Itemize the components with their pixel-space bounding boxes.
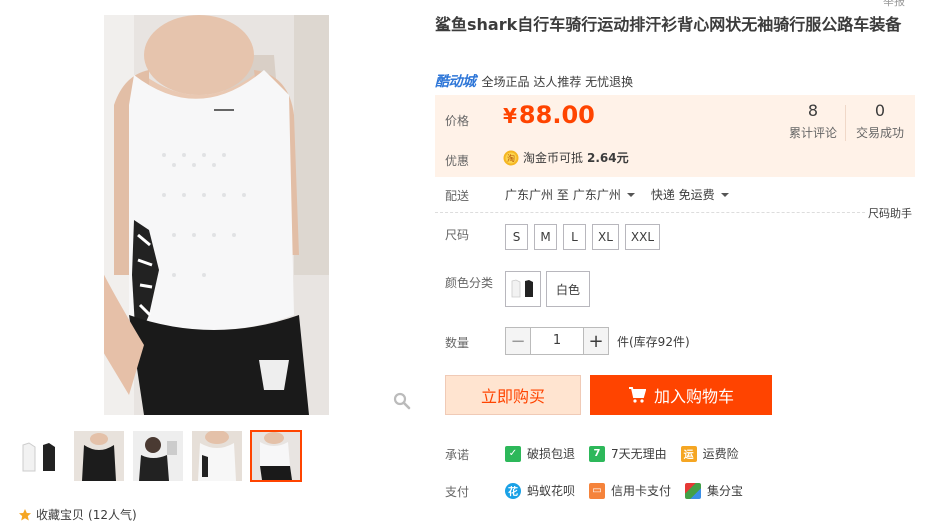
quantity-stepper: − 1 + 件(库存92件) — [505, 327, 690, 355]
payment-text: 蚂蚁花呗 — [527, 484, 576, 498]
stat-divider — [845, 105, 846, 141]
currency-symbol: ¥ — [503, 104, 517, 128]
size-helper-link[interactable]: 尺码助手 — [868, 205, 912, 221]
thumbnail-strip — [14, 430, 302, 482]
stock-info: 件(库存92件) — [617, 334, 690, 349]
credit-card-icon: ▭ — [589, 482, 606, 499]
reviews-count: 8 — [807, 101, 819, 120]
payment-list: 花 蚂蚁花呗 ▭ 信用卡支付 集分宝 — [505, 482, 743, 499]
size-option-xxl[interactable]: XXL — [624, 224, 661, 250]
decrease-button[interactable]: − — [505, 327, 531, 355]
reviews-label: 累计评论 — [788, 126, 837, 140]
thumbnail-4[interactable] — [191, 430, 243, 482]
deals-label: 交易成功 — [855, 126, 904, 140]
svg-text:淘: 淘 — [507, 153, 515, 163]
color-option-white[interactable]: 白色 — [546, 271, 591, 307]
star-icon — [19, 508, 31, 520]
favorite-label: 收藏宝贝 — [36, 508, 85, 522]
size-option-xl[interactable]: XL — [592, 224, 619, 250]
promise-item[interactable]: ✓ 破损包退 — [505, 445, 575, 462]
delivery-route[interactable]: 广东广州 至 广东广州 — [505, 186, 635, 203]
delivery-row: 广东广州 至 广东广州 快递 免运费 — [505, 186, 729, 203]
favorite-item[interactable]: 收藏宝贝 (12人气) — [18, 506, 137, 523]
payment-item[interactable]: ▭ 信用卡支付 — [589, 482, 671, 499]
quantity-label: 数量 — [445, 336, 470, 350]
chevron-down-icon — [720, 192, 729, 197]
jifenbao-icon — [685, 482, 702, 499]
color-options: 白色 — [505, 271, 591, 307]
payment-item[interactable]: 集分宝 — [685, 482, 743, 499]
quantity-input[interactable]: 1 — [531, 327, 583, 355]
delivery-method-text: 快递 免运费 — [650, 188, 715, 202]
promise-text: 运费险 — [702, 447, 739, 461]
favorite-count: (12人气) — [88, 508, 137, 522]
payment-text: 集分宝 — [707, 484, 744, 498]
brand-logo[interactable]: 酷动城 — [435, 71, 476, 91]
thumbnail-1[interactable] — [14, 430, 66, 482]
divider — [435, 212, 865, 213]
shield-icon: ✓ — [505, 445, 521, 462]
payment-text: 信用卡支付 — [611, 484, 672, 498]
promo-label: 优惠 — [445, 154, 470, 168]
size-option-s[interactable]: S — [505, 224, 528, 250]
promise-item[interactable]: 运 运费险 — [680, 445, 739, 462]
product-title: 鲨鱼shark自行车骑行运动排汗衫背心网状无袖骑行服公路车装备 — [435, 15, 902, 34]
promise-item[interactable]: 7 7天无理由 — [589, 445, 667, 462]
taojinbi-icon: 淘 — [503, 150, 519, 165]
deals-stat: 0 交易成功 — [848, 101, 912, 141]
promo-value: 2.64元 — [587, 151, 629, 165]
price-panel: 价格 ¥ 88.00 8 累计评论 0 交易成功 优惠 淘 淘金币可抵 2.64元 — [435, 95, 915, 177]
color-option-image[interactable] — [505, 271, 541, 307]
price-value: ¥ 88.00 — [503, 101, 595, 129]
cart-icon — [628, 387, 646, 403]
delivery-destination: 广东广州 — [572, 188, 621, 202]
thumbnail-3[interactable] — [132, 430, 184, 482]
buy-now-button[interactable]: 立即购买 — [445, 375, 581, 415]
add-to-cart-button[interactable]: 加入购物车 — [590, 375, 772, 415]
main-product-image[interactable] — [104, 15, 329, 415]
seven-days-icon: 7 — [589, 445, 606, 462]
zoom-icon[interactable] — [393, 392, 411, 410]
promise-text: 7天无理由 — [611, 447, 667, 461]
brand-row: 酷动城 全场正品 达人推荐 无忧退换 — [435, 71, 633, 91]
size-options: S M L XL XXL — [505, 224, 661, 250]
delivery-origin: 广东广州 至 — [505, 188, 569, 202]
increase-button[interactable]: + — [583, 327, 609, 355]
payment-item[interactable]: 花 蚂蚁花呗 — [505, 482, 575, 499]
payment-label: 支付 — [445, 485, 470, 499]
promise-text: 破损包退 — [527, 447, 576, 461]
huabei-icon: 花 — [505, 482, 521, 499]
report-link[interactable]: 举报 — [883, 0, 905, 9]
promise-list: ✓ 破损包退 7 7天无理由 运 运费险 — [505, 445, 739, 462]
shipping-insurance-icon: 运 — [680, 445, 697, 462]
delivery-label: 配送 — [445, 189, 470, 203]
price-label: 价格 — [445, 114, 470, 128]
add-to-cart-label: 加入购物车 — [653, 387, 734, 406]
color-label: 颜色分类 — [445, 276, 494, 290]
price-amount: 88.00 — [518, 101, 595, 129]
size-label: 尺码 — [445, 228, 470, 242]
thumbnail-5-selected[interactable] — [250, 430, 302, 482]
size-option-l[interactable]: L — [563, 224, 586, 250]
promise-label: 承诺 — [445, 448, 470, 462]
promo-text: 淘金币可抵 — [523, 151, 584, 165]
reviews-stat[interactable]: 8 累计评论 — [781, 101, 845, 141]
promo-info: 淘 淘金币可抵 2.64元 — [503, 149, 629, 166]
thumbnail-2[interactable] — [73, 430, 125, 482]
size-option-m[interactable]: M — [534, 224, 557, 250]
brand-tags: 全场正品 达人推荐 无忧退换 — [481, 74, 634, 89]
delivery-method[interactable]: 快递 免运费 — [651, 186, 729, 203]
chevron-down-icon — [626, 192, 635, 197]
color-swatch-image — [511, 279, 533, 298]
deals-count: 0 — [874, 101, 886, 120]
